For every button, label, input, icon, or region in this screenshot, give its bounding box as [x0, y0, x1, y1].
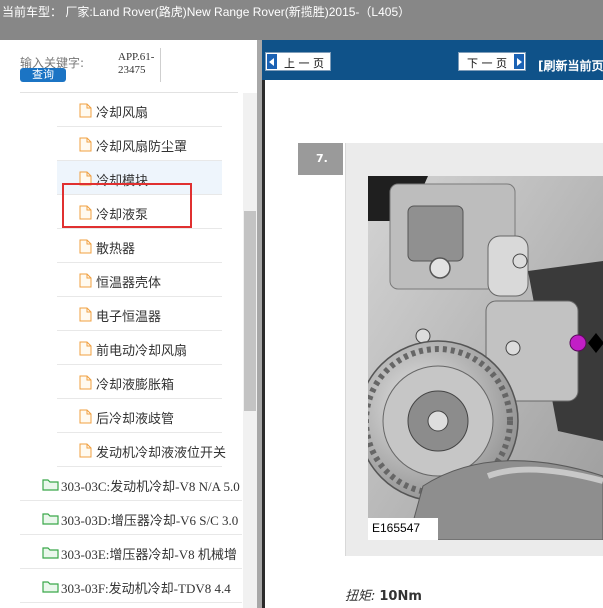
prev-page-button[interactable]: 上 一 页 [265, 52, 331, 71]
tree-item-label: 后冷却液歧管 [96, 412, 175, 427]
content-border [262, 80, 265, 608]
search-button[interactable]: 查询 [20, 68, 66, 82]
search-input-value-line1: APP.61- [118, 51, 155, 63]
torque-label: 扭矩: [345, 589, 376, 604]
step-number: 7. [316, 152, 328, 165]
tree-item-expansion-tank[interactable]: 冷却液膨胀箱 [57, 365, 222, 399]
tree-item-cooling-fan[interactable]: 冷却风扇 [57, 93, 222, 127]
tree-item-label: 冷却液膨胀箱 [96, 378, 175, 393]
tree-folder-303-03c[interactable]: 303-03C:发动机冷却-V8 N/A 5.0 [20, 467, 242, 501]
figure-id-label: E165547 [372, 521, 421, 535]
page-toolbar: 上 一 页 下 一 页 [刷新当前页 [262, 40, 603, 80]
tree-item-radiator[interactable]: 散热器 [57, 229, 222, 263]
tree-item-rear-coolant-manifold[interactable]: 后冷却液歧管 [57, 399, 222, 433]
folder-icon [42, 581, 59, 593]
tree-item-label: 冷却风扇防尘罩 [96, 140, 188, 155]
torque-spec: 扭矩: 10Nm [345, 585, 422, 604]
document-icon [79, 375, 92, 390]
document-icon [79, 443, 92, 458]
tree-item-label: 发动机冷却液液位开关 [96, 446, 227, 461]
prev-page-label: 上 一 页 [284, 57, 324, 70]
document-icon [79, 409, 92, 424]
content-panel: 上 一 页 下 一 页 [刷新当前页 7. E165547 扭矩: 10Nm [262, 40, 603, 608]
window-header: 当前车型： 厂家:Land Rover(路虎)New Range Rover(新… [0, 0, 603, 40]
refresh-page-link[interactable]: [刷新当前页 [538, 57, 603, 74]
document-icon [79, 137, 92, 152]
tree-item-label: 前电动冷却风扇 [96, 344, 188, 359]
search-input[interactable]: APP.61- 23475 [114, 48, 161, 82]
tree-folder-label: 303-03D:增压器冷却-V6 S/C 3.0 [61, 513, 239, 528]
document-icon [79, 103, 92, 118]
document-icon [79, 273, 92, 288]
navigation-panel: 输入关键字: APP.61- 23475 查询 冷却风扇 冷却风扇防尘罩 冷却模… [0, 40, 242, 608]
tree-item-cooling-fan-shroud[interactable]: 冷却风扇防尘罩 [57, 127, 222, 161]
tree-item-front-electric-fan[interactable]: 前电动冷却风扇 [57, 331, 222, 365]
tree-scrollbar[interactable] [243, 93, 257, 608]
document-icon [79, 239, 92, 254]
tree-folder-label: 303-03F:发动机冷却-TDV8 4.4 [61, 581, 231, 596]
folder-icon [42, 479, 59, 491]
tree-folder-label: 303-03C:发动机冷却-V8 N/A 5.0 [61, 479, 240, 494]
arrow-left-icon [267, 54, 277, 69]
highlight-annotation-box [62, 183, 192, 228]
tree-item-label: 冷却风扇 [96, 106, 149, 121]
current-vehicle-title: 当前车型： 厂家:Land Rover(路虎)New Range Rover(新… [2, 5, 411, 19]
step-number-badge: 7. [298, 143, 343, 175]
next-page-label: 下 一 页 [467, 57, 507, 70]
tree-folder-303-03f[interactable]: 303-03F:发动机冷却-TDV8 4.4 [20, 569, 242, 603]
arrow-right-icon [514, 54, 524, 69]
search-input-value-line2: 23475 [118, 64, 146, 76]
tree-item-label: 恒温器壳体 [96, 276, 162, 291]
document-icon [79, 341, 92, 356]
engine-illustration-graphic [368, 176, 603, 540]
next-page-button[interactable]: 下 一 页 [458, 52, 526, 71]
scrollbar-thumb[interactable] [244, 211, 256, 411]
torque-value: 10Nm [379, 589, 422, 604]
folder-icon [42, 513, 59, 525]
tree-item-label: 电子恒温器 [96, 310, 162, 325]
tree-folder-303-03e[interactable]: 303-03E:增压器冷却-V8 机械增 [20, 535, 242, 569]
tree-item-label: 散热器 [96, 242, 136, 257]
document-icon [79, 307, 92, 322]
tree-item-thermostat-housing[interactable]: 恒温器壳体 [57, 263, 222, 297]
tree-folder-label: 303-03E:增压器冷却-V8 机械增 [61, 547, 237, 562]
tree-folder-303-03d[interactable]: 303-03D:增压器冷却-V6 S/C 3.0 [20, 501, 242, 535]
folder-icon [42, 547, 59, 559]
tree-item-coolant-level-switch[interactable]: 发动机冷却液液位开关 [57, 433, 226, 467]
engine-illustration: E165547 [368, 176, 603, 540]
tree-item-electronic-thermostat[interactable]: 电子恒温器 [57, 297, 222, 331]
